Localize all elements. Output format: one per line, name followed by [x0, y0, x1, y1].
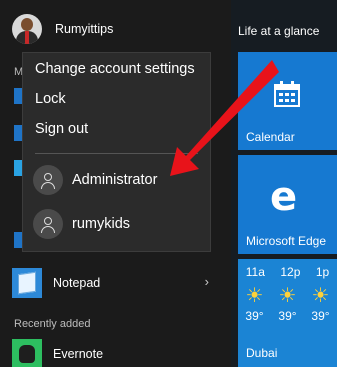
app-label: Evernote	[53, 347, 104, 361]
forecast-temps: 39° 39° 39°	[238, 309, 337, 323]
chevron-right-icon[interactable]: ›	[205, 274, 209, 289]
app-list: Rumyittips M Notepad › Recently added Ev…	[0, 0, 231, 367]
user-icon	[33, 209, 63, 239]
user-avatar	[12, 14, 42, 44]
weather-tile[interactable]: 11a 12p 1p ☀ ☀ ☀ 39° 39° 39° Dubai	[238, 259, 337, 367]
start-menu: Rumyittips M Notepad › Recently added Ev…	[0, 0, 337, 367]
sun-icon: ☀	[278, 285, 297, 307]
user-icon	[33, 165, 63, 195]
menu-divider	[35, 153, 198, 154]
forecast-temp: 39°	[311, 309, 330, 323]
notepad-icon	[12, 268, 42, 298]
forecast-temp: 39°	[245, 309, 264, 323]
weather-city: Dubai	[246, 346, 278, 360]
tile-group-header[interactable]: Life at a glance	[238, 24, 319, 38]
sun-icon: ☀	[311, 285, 330, 307]
calendar-icon	[274, 81, 300, 107]
evernote-icon	[12, 339, 42, 367]
forecast-time: 1p	[315, 265, 330, 279]
calendar-tile[interactable]: Calendar	[238, 52, 337, 150]
account-flyout-menu: Change account settings Lock Sign out Ad…	[22, 52, 211, 252]
user-account-button[interactable]: Rumyittips	[12, 14, 113, 44]
app-item-evernote[interactable]: Evernote	[0, 337, 231, 367]
forecast-icons: ☀ ☀ ☀	[238, 283, 337, 308]
edge-icon: e	[270, 174, 298, 220]
account-name: Administrator	[72, 172, 158, 188]
app-label: Notepad	[53, 276, 101, 290]
switch-user-administrator[interactable]: Administrator	[33, 164, 157, 196]
change-account-settings-item[interactable]: Change account settings	[35, 61, 195, 77]
tile-label: Calendar	[246, 130, 295, 144]
sun-icon: ☀	[245, 285, 264, 307]
forecast-times: 11a 12p 1p	[238, 265, 337, 279]
forecast-time: 12p	[280, 265, 301, 279]
switch-user-rumykids[interactable]: rumykids	[33, 208, 130, 240]
recently-added-heading: Recently added	[14, 318, 91, 330]
user-name: Rumyittips	[55, 22, 114, 36]
forecast-time: 11a	[245, 265, 265, 279]
forecast-temp: 39°	[278, 309, 297, 323]
sign-out-item[interactable]: Sign out	[35, 121, 88, 137]
account-name: rumykids	[72, 216, 131, 232]
tile-label: Microsoft Edge	[246, 234, 327, 248]
microsoft-edge-tile[interactable]: e Microsoft Edge	[238, 155, 337, 254]
lock-item[interactable]: Lock	[35, 91, 66, 107]
app-item-notepad[interactable]: Notepad ›	[0, 266, 231, 300]
